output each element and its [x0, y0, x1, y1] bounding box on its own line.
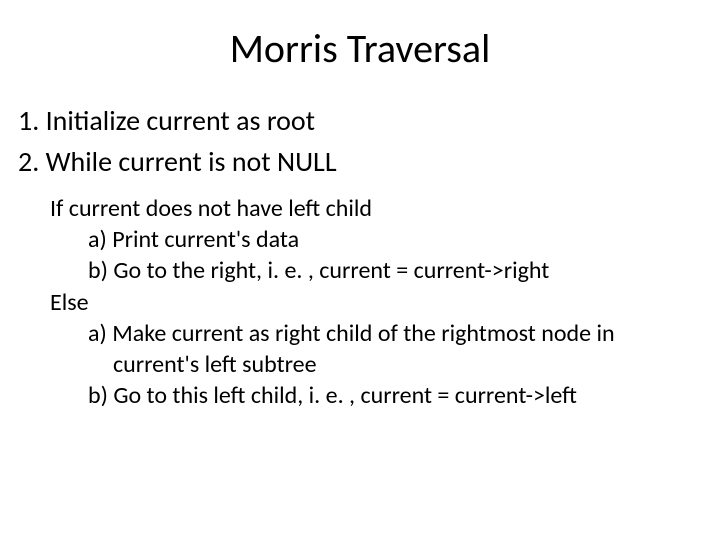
if-branch: If current does not have left child — [18, 193, 702, 224]
step-1: 1. Initialize current as root — [18, 103, 702, 138]
slide-title: Morris Traversal — [18, 24, 702, 73]
else-b: b) Go to this left child, i. e. , curren… — [18, 380, 702, 411]
else-a: a) Make current as right child of the ri… — [18, 318, 702, 349]
else-a-continuation: current's left subtree — [18, 349, 702, 380]
else-branch: Else — [18, 287, 702, 318]
step-2: 2. While current is not NULL — [18, 144, 702, 179]
if-b: b) Go to the right, i. e. , current = cu… — [18, 255, 702, 286]
if-a: a) Print current's data — [18, 224, 702, 255]
slide: Morris Traversal 1. Initialize current a… — [0, 0, 720, 540]
